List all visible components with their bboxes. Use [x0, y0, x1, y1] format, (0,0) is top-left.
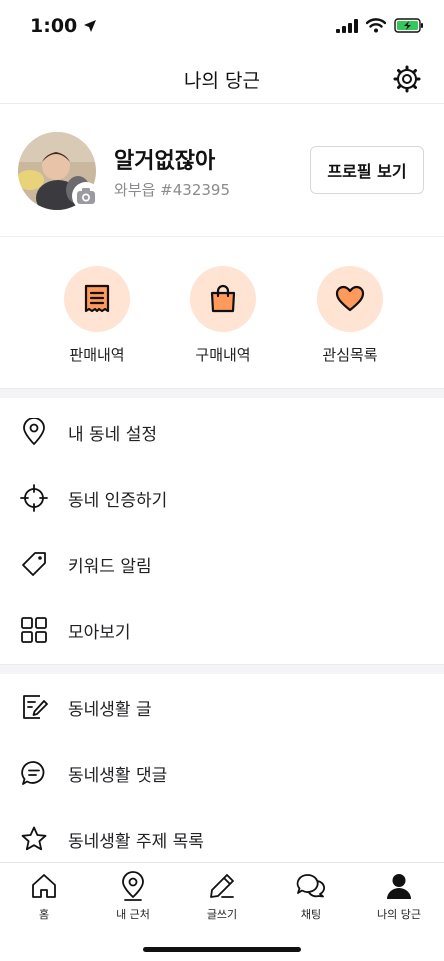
- sales-history-label: 판매내역: [69, 346, 125, 364]
- tab-home[interactable]: 홈: [0, 871, 88, 922]
- signal-icon: [336, 18, 358, 33]
- battery-charging-icon: [394, 18, 423, 33]
- shopping-bag-icon: [210, 284, 236, 313]
- status-time: 1:00: [30, 15, 97, 37]
- status-indicators: [336, 18, 424, 33]
- tab-label: 홈: [38, 908, 50, 921]
- tag-icon: [20, 550, 48, 578]
- purchase-history-circle: [190, 266, 256, 332]
- menu-item-collections[interactable]: 모아보기: [0, 597, 444, 663]
- chat-icon: [296, 871, 326, 901]
- location-arrow-icon: [84, 20, 97, 32]
- chat-bubble-icon: [20, 759, 48, 787]
- settings-button[interactable]: [392, 64, 422, 94]
- avatar-container[interactable]: [18, 132, 100, 210]
- purchase-history-label: 구매내역: [195, 346, 251, 364]
- tab-nearby[interactable]: 내 근처: [89, 871, 177, 922]
- camera-badge[interactable]: [72, 182, 100, 210]
- tab-label: 글쓰기: [206, 908, 238, 921]
- person-icon: [384, 871, 414, 901]
- profile-location-id: 와부읍 #432395: [114, 181, 230, 199]
- home-indicator: [143, 947, 301, 952]
- sales-history-button[interactable]: 판매내역: [37, 266, 157, 365]
- menu-item-verify-neighborhood[interactable]: 동네 인증하기: [0, 465, 444, 531]
- tab-write[interactable]: 글쓰기: [178, 871, 266, 922]
- receipt-icon: [84, 284, 110, 313]
- view-profile-button[interactable]: 프로필 보기: [310, 146, 424, 194]
- wishlist-circle: [317, 266, 383, 332]
- camera-icon: [77, 188, 95, 204]
- purchase-history-button[interactable]: 구매내역: [163, 266, 283, 365]
- menu-label: 동네생활 주제 목록: [68, 831, 204, 852]
- profile-name: 알거없잖아: [114, 149, 216, 174]
- menu-item-community-posts[interactable]: 동네생활 글: [0, 674, 444, 740]
- menu-label: 동네생활 글: [68, 699, 152, 720]
- menu-label: 동네생활 댓글: [68, 765, 168, 786]
- tab-label: 채팅: [300, 908, 322, 921]
- pencil-icon: [207, 871, 237, 901]
- grid-icon: [20, 616, 48, 644]
- edit-note-icon: [20, 693, 48, 721]
- menu-label: 내 동네 설정: [68, 424, 158, 445]
- section-divider: [0, 664, 444, 674]
- nav-bar: 나의 당근: [0, 56, 444, 104]
- bottom-tab-bar: 홈 내 근처 글쓰기 채팅 나의 당근: [0, 862, 444, 961]
- menu-label: 키워드 알림: [68, 556, 152, 577]
- wishlist-label: 관심목록: [322, 346, 378, 364]
- wifi-icon: [366, 18, 386, 33]
- tab-my-karrot[interactable]: 나의 당근: [355, 871, 443, 922]
- menu-label: 동네 인증하기: [68, 490, 168, 511]
- crosshair-icon: [20, 484, 48, 512]
- menu-item-neighborhood-settings[interactable]: 내 동네 설정: [0, 399, 444, 465]
- menu-item-keyword-alerts[interactable]: 키워드 알림: [0, 531, 444, 597]
- tab-label: 내 근처: [116, 908, 150, 921]
- nearby-pin-icon: [118, 871, 148, 901]
- wishlist-button[interactable]: 관심목록: [290, 266, 410, 365]
- page-title: 나의 당근: [184, 70, 260, 92]
- home-icon: [29, 871, 59, 901]
- star-icon: [20, 825, 48, 853]
- quick-actions: 판매내역 구매내역 관심목록: [0, 238, 444, 388]
- heart-icon: [335, 285, 365, 312]
- menu-item-community-comments[interactable]: 동네생활 댓글: [0, 740, 444, 806]
- profile-section: 알거없잖아 와부읍 #432395 프로필 보기: [0, 105, 444, 237]
- section-divider: [0, 388, 444, 398]
- gear-icon: [393, 65, 421, 93]
- menu-label: 모아보기: [68, 622, 131, 643]
- clock-text: 1:00: [30, 15, 78, 37]
- tab-label: 나의 당근: [377, 908, 421, 921]
- tab-chat[interactable]: 채팅: [267, 871, 355, 922]
- sales-history-circle: [64, 266, 130, 332]
- status-bar: 1:00: [0, 0, 444, 56]
- location-pin-icon: [20, 418, 48, 446]
